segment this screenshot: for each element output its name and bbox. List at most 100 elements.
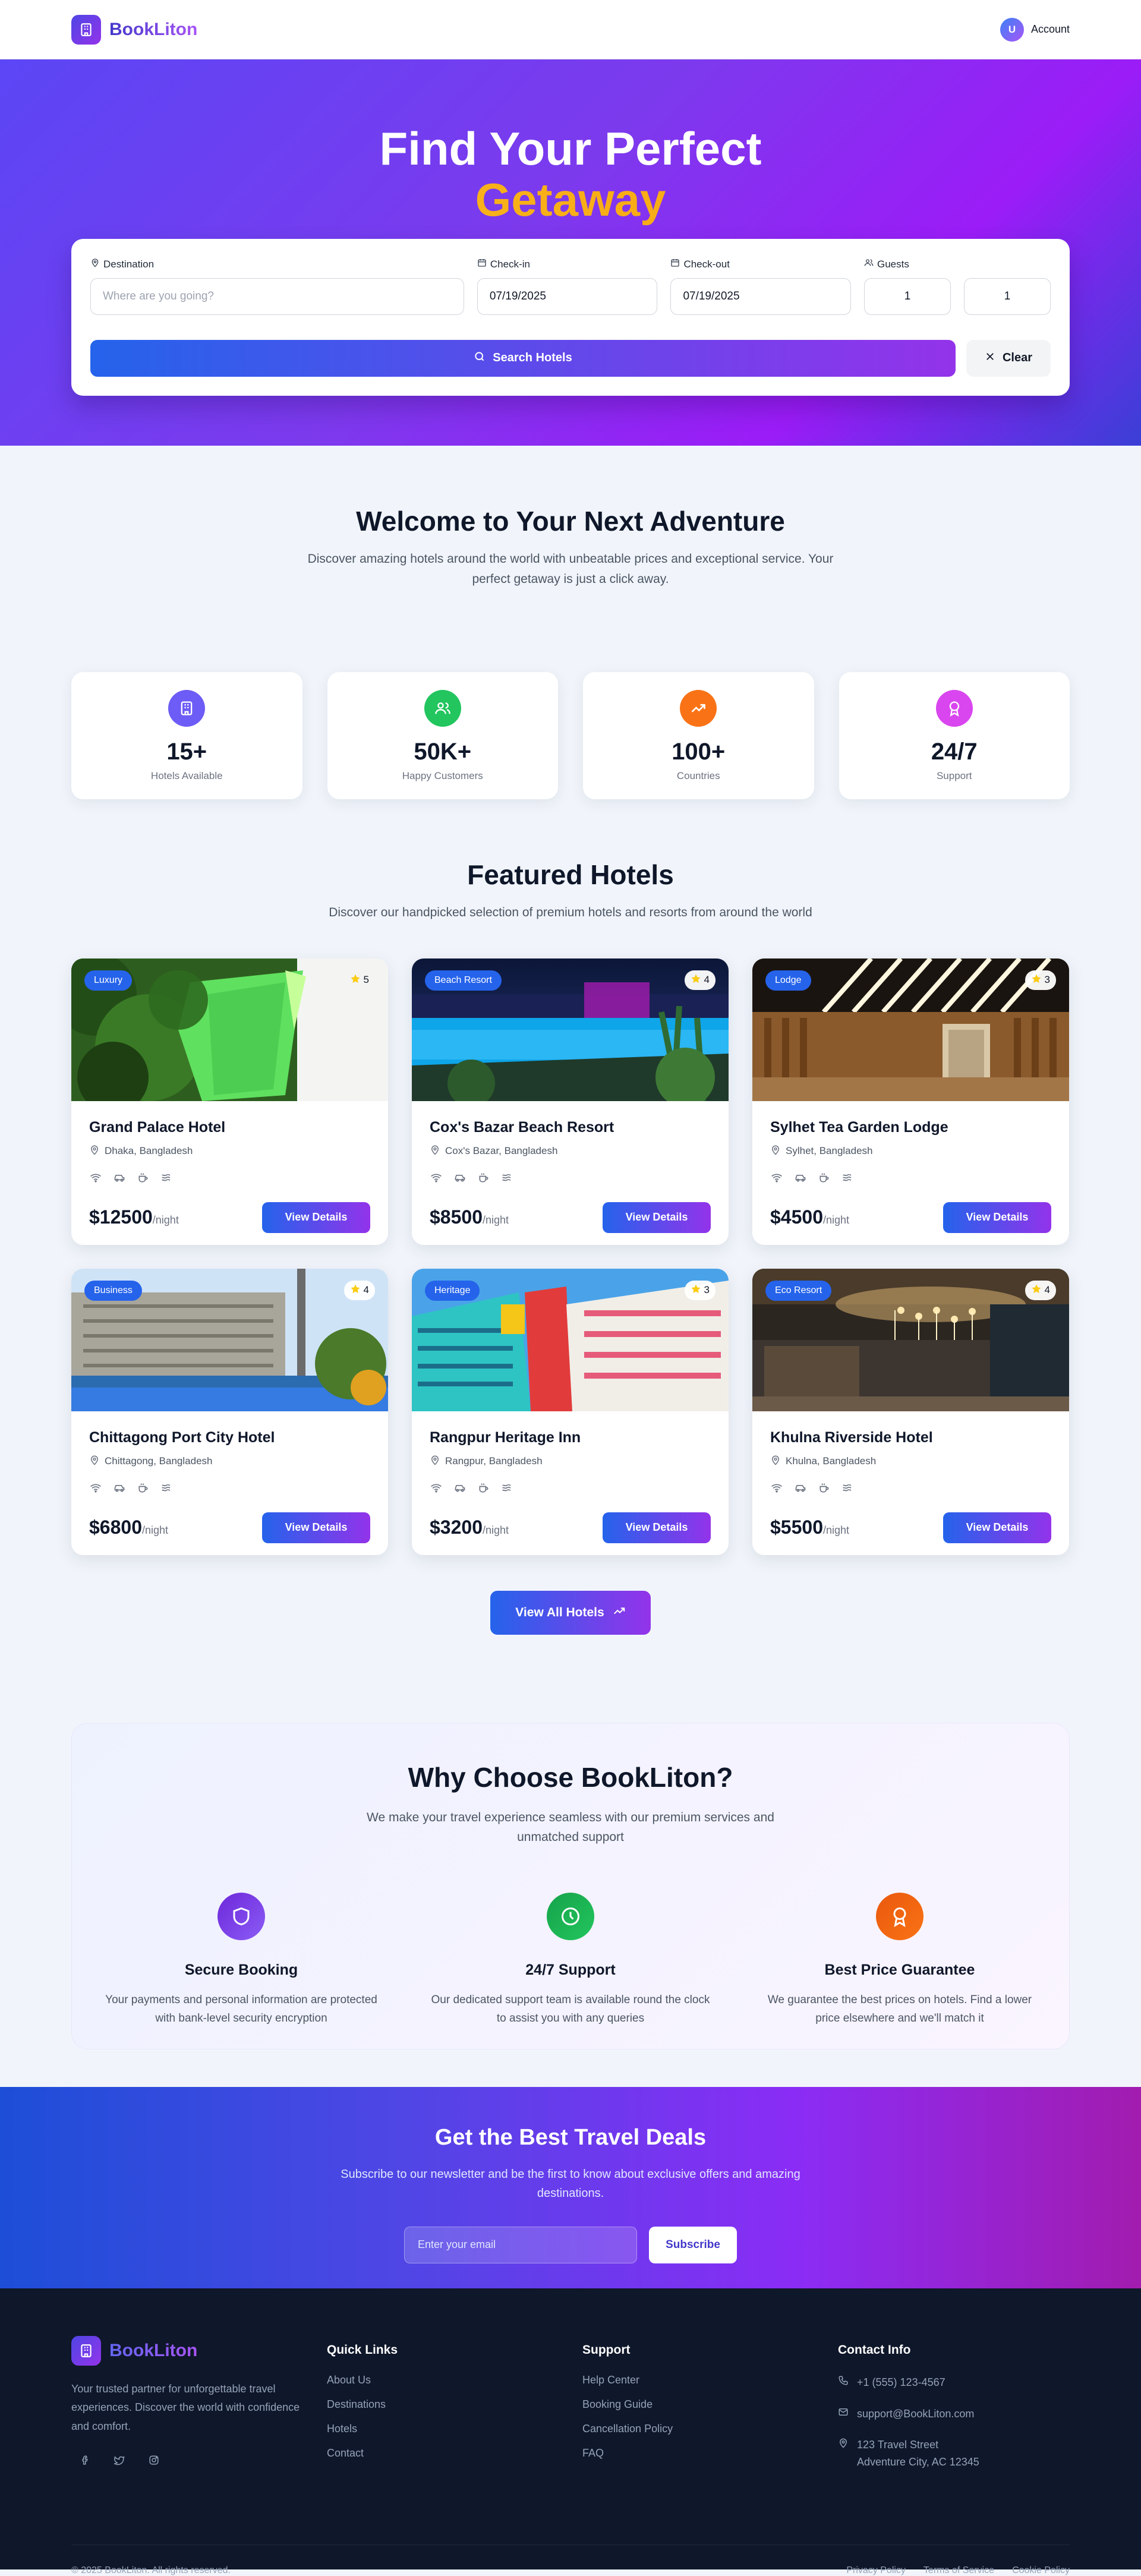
- copyright: © 2025 BookLiton. All rights reserved.: [71, 2565, 231, 2575]
- hotel-card[interactable]: Lodge 3 Sylhet Tea Garden Lodge Sylhet, …: [752, 958, 1069, 1245]
- star-icon: [1031, 973, 1042, 987]
- account-label: Account: [1030, 23, 1070, 35]
- map-pin-icon: [770, 1144, 781, 1158]
- hotel-card[interactable]: Beach Resort 4 Cox's Bazar Beach Resort …: [412, 958, 729, 1245]
- users-icon: [864, 258, 874, 270]
- subscribe-button[interactable]: Subscribe: [649, 2226, 737, 2263]
- footer-link-cancellation[interactable]: Cancellation Policy: [582, 2423, 838, 2435]
- search-hotels-button[interactable]: Search Hotels: [90, 339, 956, 377]
- welcome-section: Welcome to Your Next Adventure Discover …: [71, 446, 1070, 589]
- view-details-button[interactable]: View Details: [603, 1202, 711, 1233]
- newsletter-email-input[interactable]: [404, 2226, 637, 2263]
- building-icon: [71, 2335, 101, 2366]
- checkin-input[interactable]: [477, 278, 658, 315]
- footer-link-faq[interactable]: FAQ: [582, 2447, 838, 2460]
- map-pin-icon: [770, 1455, 781, 1468]
- users-icon: [424, 690, 461, 727]
- brand[interactable]: BookLiton: [71, 14, 197, 45]
- feature-title: 24/7 Support: [525, 1961, 616, 1978]
- hotel-image: Eco Resort 4: [752, 1268, 1069, 1411]
- twitter-icon[interactable]: [113, 2455, 125, 2468]
- instagram-icon[interactable]: [149, 2455, 159, 2468]
- hotel-name: Sylhet Tea Garden Lodge: [770, 1118, 948, 1136]
- top-nav: BookLiton U Account: [0, 0, 1141, 59]
- hotel-card[interactable]: Eco Resort 4 Khulna Riverside Hotel Khul…: [752, 1268, 1069, 1555]
- checkout-input[interactable]: [670, 278, 851, 315]
- trending-up-icon: [680, 690, 717, 727]
- waves-icon: [841, 1481, 855, 1494]
- wifi-icon: [430, 1171, 443, 1184]
- hero-title-highlight: Getaway: [0, 174, 1141, 227]
- rating-badge: 4: [1025, 1280, 1056, 1300]
- map-pin-icon: [89, 1144, 100, 1158]
- stat-value: 100+: [672, 739, 726, 765]
- rooms-input[interactable]: [964, 278, 1051, 315]
- close-icon: [985, 351, 995, 365]
- view-details-button[interactable]: View Details: [943, 1202, 1051, 1233]
- destination-input[interactable]: [90, 278, 464, 315]
- feature-text: Your payments and personal information a…: [105, 1993, 377, 2025]
- view-details-button[interactable]: View Details: [603, 1512, 711, 1543]
- footer-link-destinations[interactable]: Destinations: [327, 2398, 582, 2411]
- stat-value: 24/7: [931, 739, 978, 765]
- newsletter-subtitle: Subscribe to our newsletter and be the f…: [341, 2167, 800, 2200]
- coffee-icon: [818, 1481, 831, 1494]
- wifi-icon: [89, 1171, 102, 1184]
- feature-text: We guarantee the best prices on hotels. …: [767, 1993, 1032, 2025]
- view-details-button[interactable]: View Details: [262, 1512, 370, 1543]
- facebook-icon[interactable]: [80, 2455, 90, 2468]
- welcome-subtitle: Discover amazing hotels around the world…: [307, 552, 834, 586]
- hotel-card[interactable]: Luxury 5 Grand Palace Hotel Dhaka, Bangl…: [71, 958, 388, 1245]
- feature-item: Secure Booking Your payments and persona…: [96, 1892, 387, 2028]
- footer-link-contact[interactable]: Contact: [327, 2447, 582, 2460]
- contact-address: 123 Travel Street Adventure City, AC 123…: [838, 2436, 1070, 2471]
- amenities: [770, 1171, 1051, 1184]
- star-icon: [350, 973, 361, 987]
- feature-title: Best Price Guarantee: [824, 1961, 975, 1978]
- star-icon: [350, 1284, 361, 1297]
- footer-link-about[interactable]: About Us: [327, 2374, 582, 2386]
- footer-link-help-center[interactable]: Help Center: [582, 2374, 838, 2386]
- hotel-location: Sylhet, Bangladesh: [770, 1144, 1051, 1158]
- hotel-name: Khulna Riverside Hotel: [770, 1429, 933, 1446]
- adults-input[interactable]: [864, 278, 951, 315]
- hotel-card[interactable]: Heritage 3 Rangpur Heritage Inn Rangpur,…: [412, 1268, 729, 1555]
- search-form: Destination Check-in Check-out: [71, 238, 1070, 396]
- view-details-button[interactable]: View Details: [943, 1512, 1051, 1543]
- stat-card: 15+ Hotels Available: [71, 672, 302, 800]
- checkin-label: Check-in: [477, 257, 658, 272]
- footer-brand[interactable]: BookLiton: [71, 2335, 327, 2366]
- privacy-policy-link[interactable]: Privacy Policy: [846, 2565, 906, 2576]
- why-title: Why Choose BookLiton?: [408, 1761, 733, 1793]
- account-menu[interactable]: U Account: [1000, 17, 1070, 42]
- why-subtitle: We make your travel experience seamless …: [367, 1810, 774, 1844]
- hotel-card[interactable]: Business 4 Chittagong Port City Hotel Ch…: [71, 1268, 388, 1555]
- footer-link-hotels[interactable]: Hotels: [327, 2423, 582, 2435]
- hotel-price: $8500/night: [430, 1206, 509, 1228]
- guests-label: Guests: [864, 257, 951, 272]
- waves-icon: [501, 1171, 514, 1184]
- terms-link[interactable]: Terms of Service: [923, 2565, 994, 2576]
- featured-hotels-section: Featured Hotels Discover our handpicked …: [71, 859, 1070, 1635]
- clear-button[interactable]: Clear: [966, 339, 1051, 377]
- wifi-icon: [430, 1481, 443, 1494]
- star-icon: [1031, 1284, 1042, 1297]
- category-badge: Lodge: [765, 970, 811, 991]
- cookie-policy-link[interactable]: Cookie Policy: [1012, 2565, 1070, 2576]
- stat-label: Hotels Available: [150, 770, 223, 782]
- avatar: U: [1000, 17, 1024, 42]
- feature-title: Secure Booking: [184, 1961, 298, 1978]
- coffee-icon: [818, 1171, 831, 1184]
- footer-link-booking-guide[interactable]: Booking Guide: [582, 2398, 838, 2411]
- map-pin-icon: [430, 1144, 440, 1158]
- why-choose-section: Why Choose BookLiton? We make your trave…: [71, 1722, 1070, 2050]
- view-details-button[interactable]: View Details: [262, 1202, 370, 1233]
- phone-icon: [838, 2374, 849, 2391]
- mail-icon: [838, 2405, 849, 2423]
- view-all-hotels-button[interactable]: View All Hotels: [490, 1590, 651, 1635]
- car-icon: [453, 1171, 467, 1184]
- support-links: Help Center Booking Guide Cancellation P…: [582, 2374, 838, 2460]
- rating-badge: 3: [1025, 970, 1056, 990]
- support-title: Support: [582, 2342, 631, 2357]
- hotel-price: $3200/night: [430, 1516, 509, 1538]
